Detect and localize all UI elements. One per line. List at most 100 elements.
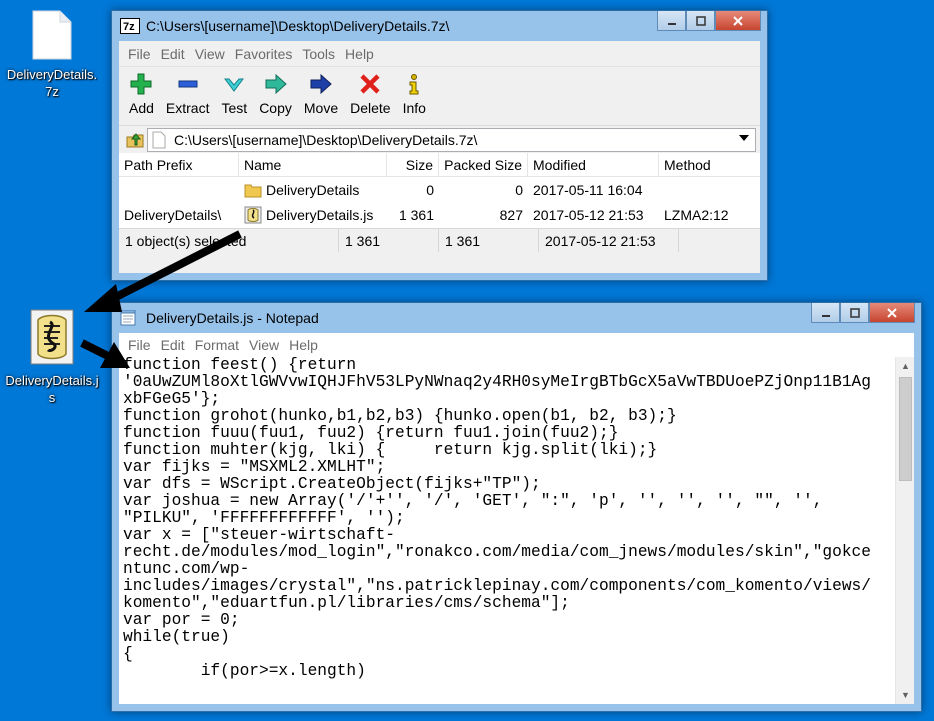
menu-format[interactable]: Format — [190, 337, 244, 353]
menu-help[interactable]: Help — [284, 337, 323, 353]
cell-packed: 0 — [515, 181, 523, 198]
sevenzip-window: 7z C:\Users\[username]\Desktop\DeliveryD… — [111, 10, 768, 281]
column-modified[interactable]: Modified — [528, 153, 659, 176]
folder-up-icon — [126, 132, 144, 147]
cell-name: DeliveryDetails.js — [239, 206, 387, 224]
menu-view[interactable]: View — [190, 46, 230, 62]
column-packed-size[interactable]: Packed Size — [439, 153, 528, 176]
file-icon — [32, 10, 72, 60]
info-button[interactable]: Info — [397, 73, 432, 116]
delete-label: Delete — [350, 100, 391, 116]
minus-icon — [178, 80, 198, 88]
copy-label: Copy — [259, 100, 292, 116]
status-bar: 1 object(s) selected 1 361 1 361 2017-05… — [119, 228, 760, 252]
scroll-down-icon[interactable]: ▼ — [901, 690, 910, 700]
path-text: C:\Users\[username]\Desktop\DeliveryDeta… — [174, 131, 478, 148]
cell-prefix: DeliveryDetails\ — [124, 206, 222, 223]
vertical-scrollbar[interactable]: ▲ ▼ — [895, 357, 914, 704]
cell-name: DeliveryDetails — [239, 182, 387, 198]
scrollbar-thumb[interactable] — [899, 377, 912, 481]
cell-packed: 827 — [499, 206, 523, 223]
delete-x-icon — [360, 74, 380, 94]
move-label: Move — [303, 100, 339, 116]
add-button[interactable]: Add — [123, 73, 160, 116]
menu-view[interactable]: View — [244, 337, 284, 353]
titlebar[interactable]: 7z C:\Users\[username]\Desktop\DeliveryD… — [112, 11, 767, 41]
desktop-icon-label: DeliveryDetails.7z — [6, 67, 98, 99]
menu-tools[interactable]: Tools — [297, 46, 340, 62]
table-row[interactable]: DeliveryDetails\ DeliveryDetails.js 1 36… — [119, 202, 760, 227]
file-icon — [152, 131, 166, 148]
menu-edit[interactable]: Edit — [156, 46, 190, 62]
toolbar: Add Extract Test Copy Move Delete Info — [119, 67, 760, 125]
status-modified: 2017-05-12 21:53 — [539, 229, 679, 252]
delete-button[interactable]: Delete — [344, 73, 396, 116]
maximize-button[interactable] — [686, 11, 715, 31]
maximize-icon — [695, 15, 706, 26]
cell-name-text: DeliveryDetails — [266, 181, 360, 198]
svg-text:7z: 7z — [123, 21, 135, 33]
notepad-window: DeliveryDetails.js - Notepad File Edit F… — [111, 302, 922, 712]
test-button[interactable]: Test — [216, 73, 254, 116]
desktop-icon-7z[interactable]: DeliveryDetails.7z — [4, 10, 100, 100]
chevron-down-icon[interactable] — [739, 133, 749, 143]
script-file-icon — [30, 309, 74, 365]
cell-modified: 2017-05-11 16:04 — [533, 181, 643, 198]
file-list-header: Path Prefix Name Size Packed Size Modifi… — [119, 153, 760, 177]
menu-help[interactable]: Help — [340, 46, 379, 62]
column-path-prefix[interactable]: Path Prefix — [119, 153, 239, 176]
column-name[interactable]: Name — [239, 153, 387, 176]
test-label: Test — [221, 100, 248, 116]
cell-size: 1 361 — [398, 206, 434, 223]
window-title: C:\Users\[username]\Desktop\DeliveryDeta… — [146, 18, 450, 34]
close-button[interactable] — [869, 303, 915, 323]
status-packed: 1 361 — [439, 229, 539, 252]
menu-file[interactable]: File — [123, 337, 156, 353]
info-label: Info — [402, 100, 426, 116]
copy-arrow-icon — [265, 73, 287, 95]
cell-method: LZMA2:12 — [664, 206, 729, 223]
menu-favorites[interactable]: Favorites — [230, 46, 298, 62]
notepad-icon — [120, 310, 136, 326]
minimize-icon — [821, 314, 830, 317]
check-icon — [224, 78, 245, 92]
editor-content: function feest() {return '0aUwZUMl8oXtlG… — [123, 357, 871, 680]
up-folder-button[interactable] — [123, 132, 147, 148]
extract-label: Extract — [165, 100, 210, 116]
table-row[interactable]: DeliveryDetails 0 0 2017-05-11 16:04 — [119, 177, 760, 202]
minimize-icon — [667, 22, 676, 25]
status-size: 1 361 — [339, 229, 439, 252]
maximize-icon — [849, 307, 860, 318]
text-editor[interactable]: function feest() {return '0aUwZUMl8oXtlG… — [119, 357, 914, 704]
column-size[interactable]: Size — [387, 153, 439, 176]
move-arrow-icon — [310, 73, 332, 95]
close-icon — [887, 307, 897, 318]
cell-size: 0 — [426, 181, 434, 198]
maximize-button[interactable] — [840, 303, 869, 323]
script-file-icon — [244, 206, 262, 223]
address-bar: C:\Users\[username]\Desktop\DeliveryDeta… — [119, 125, 760, 153]
menubar: File Edit View Favorites Tools Help — [119, 41, 760, 67]
titlebar[interactable]: DeliveryDetails.js - Notepad — [112, 303, 921, 333]
path-input[interactable]: C:\Users\[username]\Desktop\DeliveryDeta… — [147, 127, 756, 152]
desktop-icon-js[interactable]: DeliveryDetails.js — [4, 308, 100, 406]
minimize-button[interactable] — [657, 11, 686, 31]
close-icon — [733, 15, 743, 26]
move-button[interactable]: Move — [298, 73, 344, 116]
menu-file[interactable]: File — [123, 46, 156, 62]
cell-name-text: DeliveryDetails.js — [266, 206, 374, 223]
status-selection: 1 object(s) selected — [119, 229, 339, 252]
info-icon — [409, 74, 419, 95]
column-method[interactable]: Method — [659, 153, 759, 176]
folder-icon — [244, 184, 262, 197]
minimize-button[interactable] — [811, 303, 840, 323]
menubar: File Edit Format View Help — [119, 333, 914, 357]
desktop-icon-label: DeliveryDetails.js — [5, 373, 99, 405]
close-button[interactable] — [715, 11, 761, 31]
menu-edit[interactable]: Edit — [156, 337, 190, 353]
extract-button[interactable]: Extract — [160, 73, 216, 116]
copy-button[interactable]: Copy — [253, 73, 298, 116]
file-list: Path Prefix Name Size Packed Size Modifi… — [119, 153, 760, 228]
scroll-up-icon[interactable]: ▲ — [901, 361, 910, 371]
window-title: DeliveryDetails.js - Notepad — [146, 310, 319, 326]
